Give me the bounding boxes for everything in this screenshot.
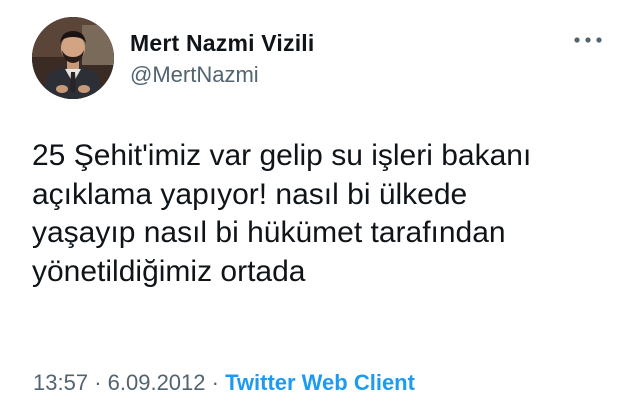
tweet-date[interactable]: 6.09.2012 [108,370,206,395]
tweet-metadata: 13:57 · 6.09.2012 · Twitter Web Client [33,370,415,396]
tweet-source-link[interactable]: Twitter Web Client [225,370,415,395]
author-display-name[interactable]: Mert Nazmi Vizili [130,30,314,57]
meta-separator: · [94,370,102,395]
more-options-button[interactable] [570,28,606,52]
meta-separator-2: · [211,370,219,395]
author-avatar[interactable] [32,17,114,99]
tweet-text: 25 Şehit'imiz var gelip su işleri bakanı… [32,139,532,288]
tweet-time[interactable]: 13:57 [33,370,88,395]
more-horizontal-icon [574,37,602,43]
avatar-image [32,17,114,99]
tweet-card: Mert Nazmi Vizili @MertNazmi 25 Şehit'im… [0,0,635,410]
author-handle[interactable]: @MertNazmi [130,62,259,88]
